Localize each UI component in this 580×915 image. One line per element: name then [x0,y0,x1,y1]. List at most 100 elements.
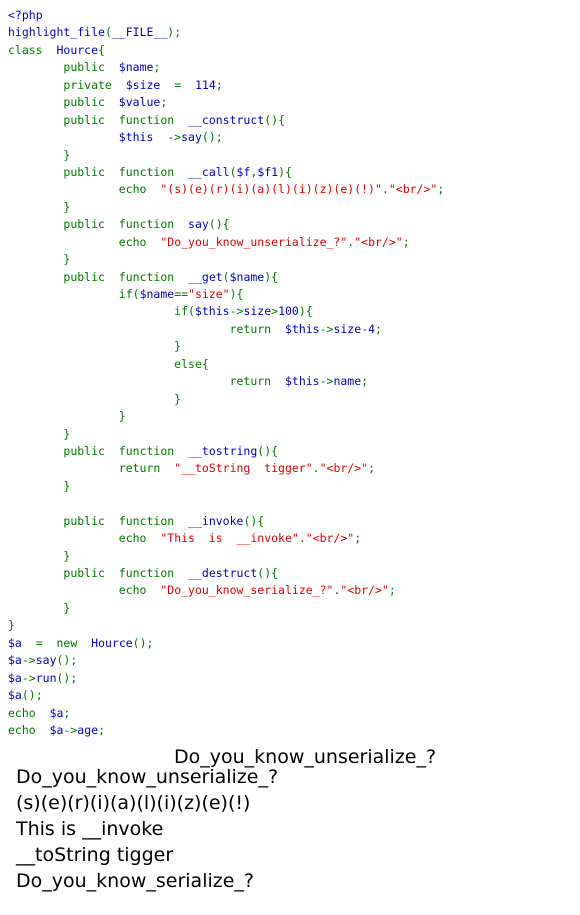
code-token: name [333,374,362,389]
code-token: -> [319,374,334,389]
code-token: } [63,600,71,615]
code-token: echo [118,583,147,598]
code-token: (); [132,635,154,650]
code-token: echo [118,234,147,249]
code-token: ; [361,374,369,389]
code-token: . [312,461,320,476]
code-token: if( [118,287,140,301]
code-token: 114 [194,77,216,92]
code-token: ( [229,164,237,179]
code-token: return [118,461,161,476]
code-token: (); [56,653,78,668]
code-token: ; [63,705,71,720]
code-token: 100 [278,304,299,319]
code-line: } [8,478,580,495]
code-line: } [8,600,580,617]
code-token: } [63,147,71,162]
code-token: $a [8,688,22,703]
code-token: private [63,77,112,92]
code-token: == [174,287,189,301]
output-line: This is __invoke [16,818,164,840]
code-token: . [298,531,306,546]
code-token: public [63,443,105,458]
code-token: say [181,130,202,145]
code-token: __destruct [188,566,258,580]
code-token: $name [118,60,154,75]
code-token: public [63,269,105,284]
code-token: "This is __invoke" [160,531,299,546]
output-line: Do_you_know_serialize_? [16,870,255,892]
code-token: = [21,635,57,650]
code-token: return [229,374,272,389]
code-token: -> [153,130,182,145]
code-token: "Do_you_know_serialize_?" [160,583,334,598]
code-token: } [63,478,71,493]
code-token: $a [8,635,22,650]
code-token: "<br/>" [388,182,438,197]
code-token: echo [8,722,36,737]
code-token: public [63,95,105,110]
code-token: size [243,304,272,319]
code-line: } [8,391,580,408]
code-token: (); [201,130,223,145]
code-token: } [118,409,126,424]
code-line: echo "This is __invoke"."<br/>"; [8,530,580,547]
code-token: if( [174,304,195,319]
code-token: -> [21,653,36,668]
code-line: return $this->name; [8,373,580,390]
code-token: { [98,42,105,57]
code-line: } [8,338,580,355]
code-token: $size [125,77,161,92]
code-token: $this [194,304,230,319]
code-token: ; [160,95,168,110]
code-token: -> [63,722,78,737]
code-token: __call [188,164,230,179]
code-line: } [8,548,580,565]
code-token: function [118,269,175,284]
code-line: if($this->size>100){ [8,303,580,320]
code-line: if($name=="size"){ [8,286,580,303]
code-token: $this [118,130,154,145]
code-token: (){ [243,513,265,528]
code-line: public $name; [8,59,580,76]
code-token: ; [354,531,362,546]
code-token: public [63,217,105,232]
code-token: 4 [368,321,376,336]
code-token: (){ [257,566,279,580]
code-line: public function __construct(){ [8,112,580,129]
output-line: (s)(e)(r)(i)(a)(l)(i)(z)(e)(!) [16,792,251,814]
code-token: -> [319,321,334,336]
code-token: "<br/>" [340,583,389,598]
code-token: ; [402,234,410,249]
code-line: } [8,617,580,634]
php-source-code-listing: <?php highlight_file(__FILE__); class Hour… [0,0,580,739]
code-token: echo [118,182,147,197]
code-token: public [63,566,105,580]
code-line: echo $a->age; [8,722,580,739]
code-line: class Hource{ [8,42,580,59]
code-token: __invoke [188,513,244,528]
code-line: public $value; [8,94,580,111]
code-line: return "__toString tigger"."<br/>"; [8,460,580,477]
code-token: function [118,443,175,458]
code-line: echo "(s)(e)(r)(i)(a)(l)(i)(z)(e)(!)"."<… [8,181,580,198]
code-token: "<br/>" [319,461,369,476]
output-line: Do_you_know_unserialize_? [16,766,279,788]
code-line: private $size = 114; [8,77,580,94]
code-line: } [8,426,580,443]
code-token: age [77,722,99,737]
code-token: echo [8,705,36,720]
